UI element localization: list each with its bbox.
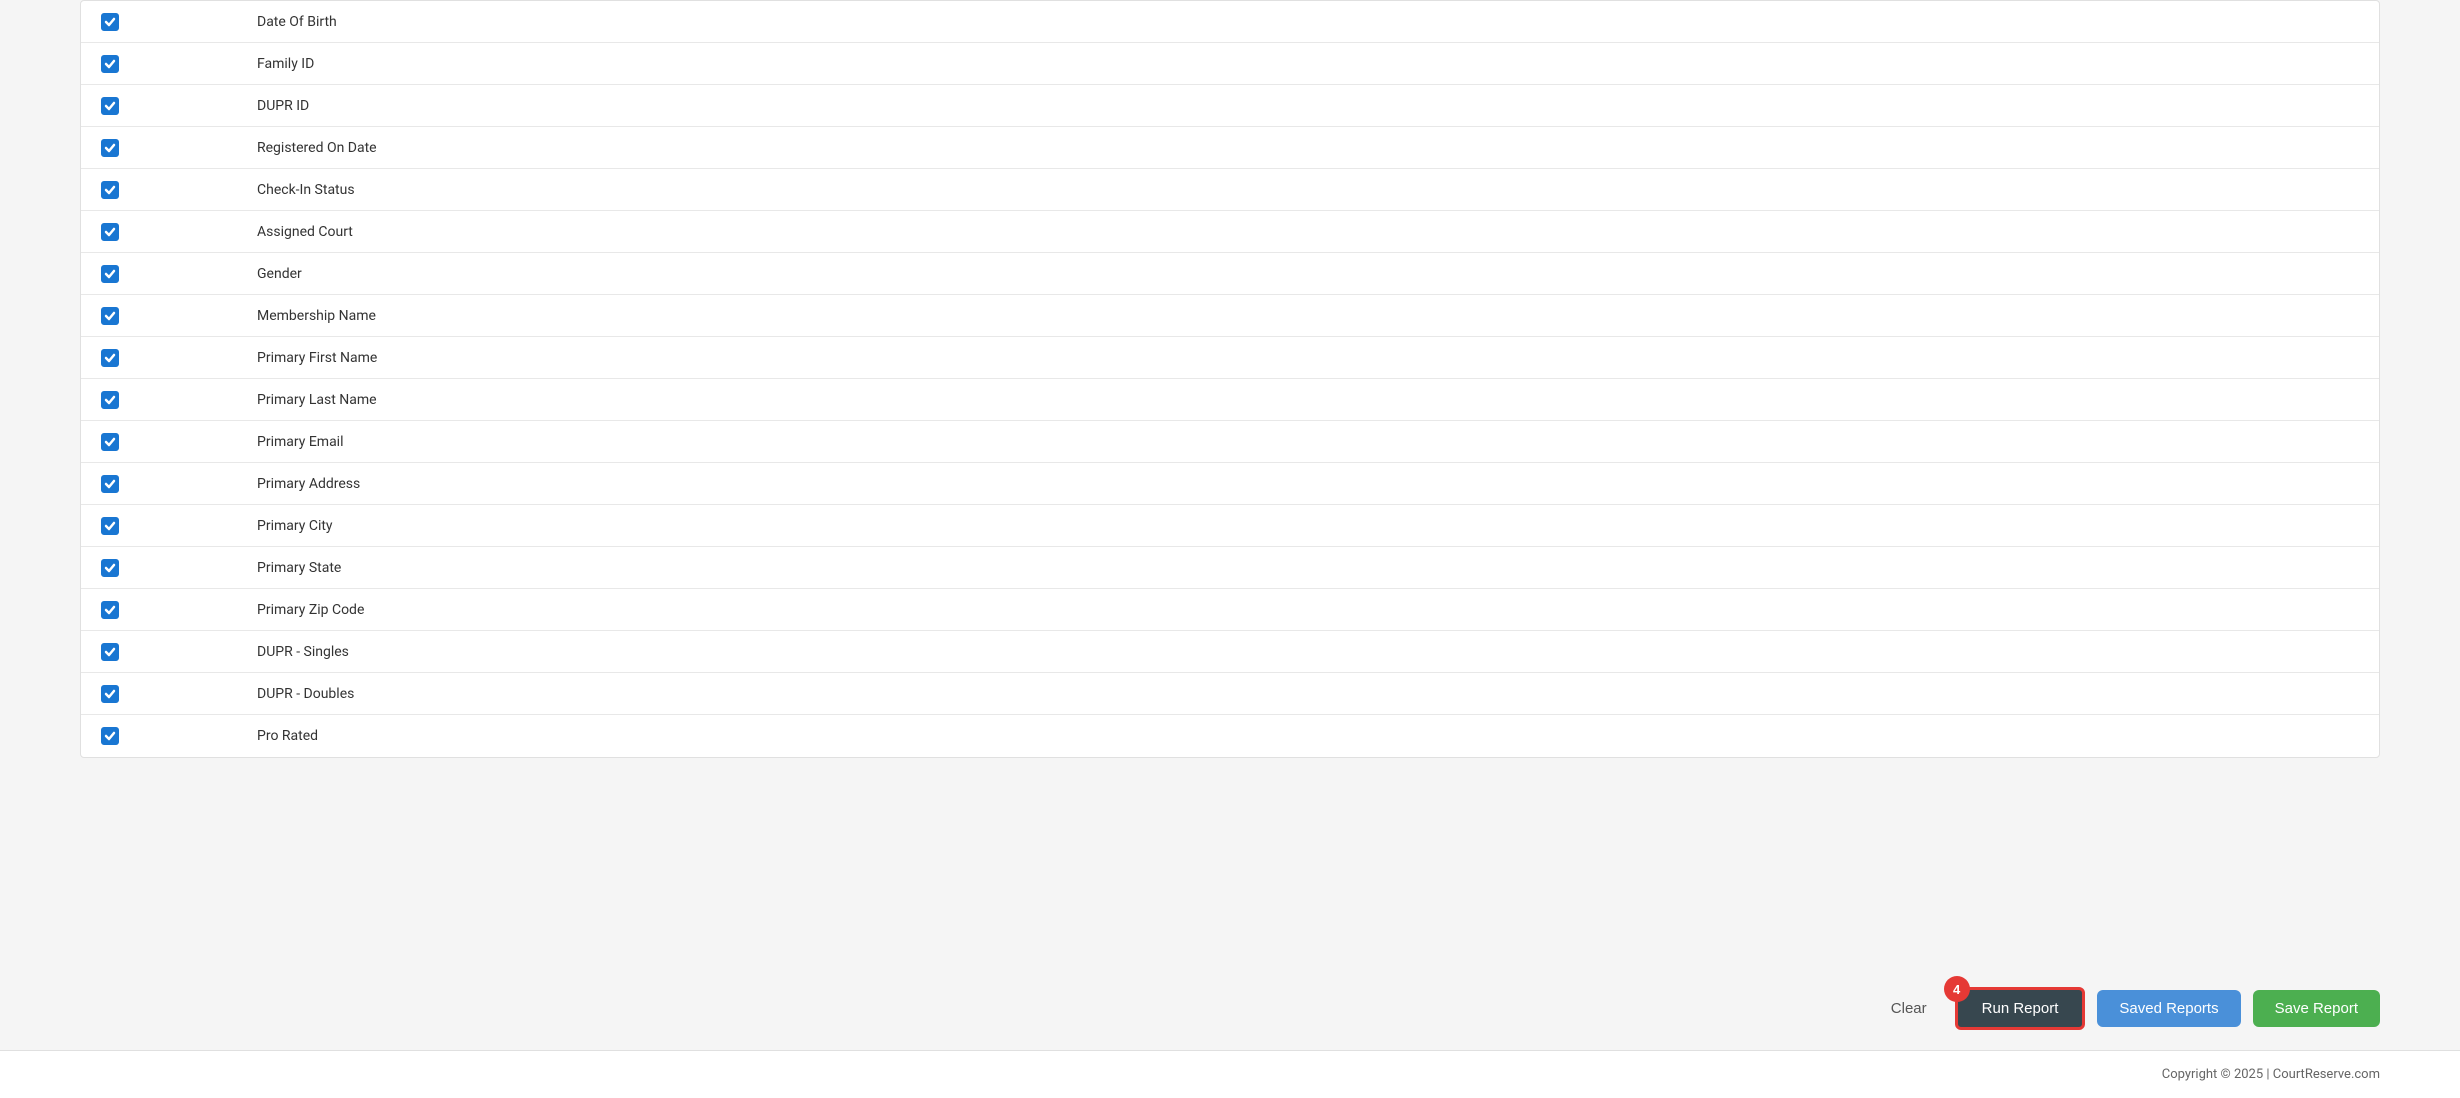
field-checkbox[interactable] [101,517,119,535]
table-row: Primary First Name [81,337,2379,379]
table-row: Primary Zip Code [81,589,2379,631]
field-label: Primary City [241,510,2379,542]
field-checkbox[interactable] [101,475,119,493]
table-row: Assigned Court [81,211,2379,253]
table-row: Gender [81,253,2379,295]
field-checkbox[interactable] [101,643,119,661]
table-row: DUPR ID [81,85,2379,127]
table-row: Primary City [81,505,2379,547]
badge-count: 4 [1944,976,1970,1002]
field-checkbox[interactable] [101,727,119,745]
field-checkbox[interactable] [101,433,119,451]
field-checkbox[interactable] [101,391,119,409]
table-row: Primary State [81,547,2379,589]
field-label: Check-In Status [241,174,2379,206]
table-row: Pro Rated [81,715,2379,757]
field-label: Primary Last Name [241,384,2379,416]
save-report-button[interactable]: Save Report [2253,990,2380,1027]
table-row: Family ID [81,43,2379,85]
field-label: Gender [241,258,2379,290]
field-label: DUPR ID [241,90,2379,122]
field-label: Date Of Birth [241,6,2379,38]
field-label: Assigned Court [241,216,2379,248]
field-checkbox[interactable] [101,265,119,283]
field-label: Pro Rated [241,720,2379,752]
field-checkbox[interactable] [101,13,119,31]
action-bar: Clear 4 Run Report Saved Reports Save Re… [0,967,2460,1050]
field-label: Primary State [241,552,2379,584]
run-report-label: Run Report [1982,1000,2059,1017]
saved-reports-button[interactable]: Saved Reports [2097,990,2240,1027]
field-label: Primary First Name [241,342,2379,374]
table-row: Membership Name [81,295,2379,337]
table-row: Check-In Status [81,169,2379,211]
table-row: DUPR - Doubles [81,673,2379,715]
field-label: Primary Address [241,468,2379,500]
table-row: Primary Last Name [81,379,2379,421]
field-label: DUPR - Singles [241,636,2379,668]
field-label: Family ID [241,48,2379,80]
field-checkbox[interactable] [101,349,119,367]
field-checkbox[interactable] [101,559,119,577]
field-label: Membership Name [241,300,2379,332]
field-checkbox[interactable] [101,307,119,325]
fields-table: Date Of Birth Family ID DUPR ID Registered … [80,0,2380,758]
field-checkbox[interactable] [101,139,119,157]
table-row: Date Of Birth [81,1,2379,43]
field-label: DUPR - Doubles [241,678,2379,710]
field-checkbox[interactable] [101,181,119,199]
field-checkbox[interactable] [101,601,119,619]
field-checkbox[interactable] [101,685,119,703]
field-label: Primary Zip Code [241,594,2379,626]
run-report-button[interactable]: 4 Run Report [1955,987,2086,1030]
field-checkbox[interactable] [101,97,119,115]
table-row: Registered On Date [81,127,2379,169]
table-row: DUPR - Singles [81,631,2379,673]
table-row: Primary Address [81,463,2379,505]
field-label: Primary Email [241,426,2379,458]
field-checkbox[interactable] [101,55,119,73]
footer: Copyright © 2025 | CourtReserve.com [0,1050,2460,1098]
field-label: Registered On Date [241,132,2379,164]
table-row: Primary Email [81,421,2379,463]
footer-copyright: Copyright © 2025 | CourtReserve.com [2162,1067,2380,1082]
clear-button[interactable]: Clear [1875,992,1943,1025]
field-checkbox[interactable] [101,223,119,241]
